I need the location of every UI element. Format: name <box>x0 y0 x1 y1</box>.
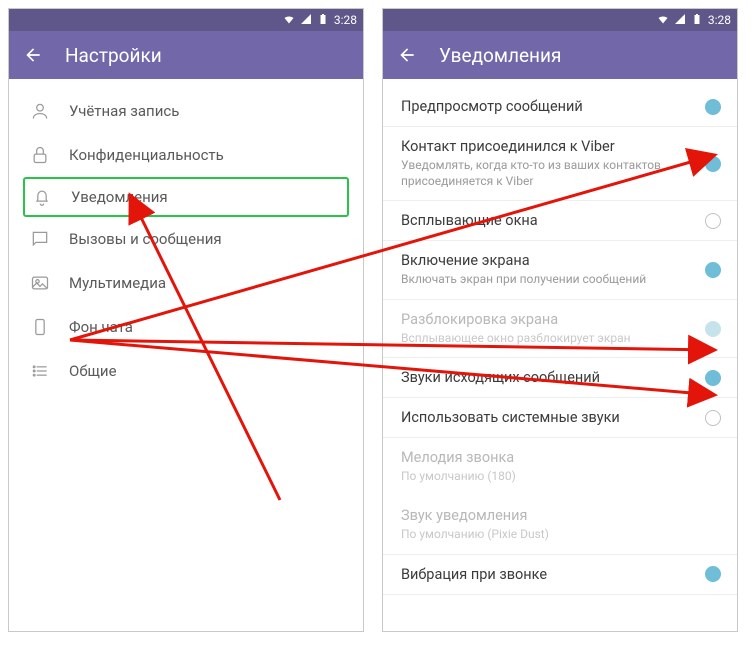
setting-title: Использовать системные звуки <box>401 409 697 426</box>
toggle-on-icon[interactable] <box>705 566 721 582</box>
toggle-disabled-icon <box>705 321 721 337</box>
battery-icon <box>691 13 703 28</box>
phone-notifications: 3:28 Уведомления Предпросмотр сообщений … <box>382 8 738 632</box>
setting-contact-joined[interactable]: Контакт присоединился к Viber Уведомлять… <box>383 127 737 201</box>
menu-label: Уведомления <box>71 188 168 206</box>
status-bar: 3:28 <box>383 9 737 31</box>
status-bar: 3:28 <box>9 9 363 31</box>
toggle-on-icon[interactable] <box>705 156 721 172</box>
menu-item-background[interactable]: Фон чата <box>9 305 363 349</box>
clock-time: 3:28 <box>708 13 731 27</box>
menu-item-notifications[interactable]: Уведомления <box>23 177 349 217</box>
menu-item-general[interactable]: Общие <box>9 349 363 393</box>
setting-subtitle: Уведомлять, когда кто-то из ваших контак… <box>401 158 697 189</box>
page-title: Уведомления <box>439 44 561 67</box>
setting-notification-sound[interactable]: Звук уведомления По умолчанию (Pixie Dus… <box>383 496 737 555</box>
setting-title: Звуки исходящих сообщений <box>401 369 697 386</box>
clock-time: 3:28 <box>334 13 357 27</box>
menu-label: Учётная запись <box>69 102 179 120</box>
menu-item-privacy[interactable]: Конфиденциальность <box>9 133 363 177</box>
toggle-on-icon[interactable] <box>705 99 721 115</box>
back-arrow-icon[interactable] <box>23 45 43 65</box>
setting-title: Контакт присоединился к Viber <box>401 138 697 155</box>
setting-ringtone[interactable]: Мелодия звонка По умолчанию (180) <box>383 438 737 496</box>
setting-popup[interactable]: Всплывающие окна <box>383 201 737 241</box>
image-icon <box>29 272 51 294</box>
menu-item-account[interactable]: Учётная запись <box>9 89 363 133</box>
menu-label: Общие <box>69 362 117 380</box>
setting-subtitle: По умолчанию (Pixie Dust) <box>401 527 713 543</box>
menu-item-media[interactable]: Мультимедиа <box>9 261 363 305</box>
app-bar: Настройки <box>9 31 363 79</box>
person-icon <box>29 100 51 122</box>
menu-label: Мультимедиа <box>69 274 166 292</box>
setting-title: Предпросмотр сообщений <box>401 98 697 115</box>
menu-label: Конфиденциальность <box>69 146 224 164</box>
setting-title: Мелодия звонка <box>401 449 713 466</box>
battery-icon <box>317 13 329 28</box>
setting-title: Разблокировка экрана <box>401 311 697 328</box>
page-title: Настройки <box>65 44 162 67</box>
notification-settings-list: Предпросмотр сообщений Контакт присоедин… <box>383 79 737 595</box>
wifi-icon <box>283 13 295 28</box>
toggle-on-icon[interactable] <box>705 262 721 278</box>
menu-label: Вызовы и сообщения <box>69 230 222 248</box>
wifi-icon <box>657 13 669 28</box>
setting-subtitle: По умолчанию (180) <box>401 469 713 485</box>
setting-title: Звук уведомления <box>401 507 713 524</box>
menu-label: Фон чата <box>69 318 133 336</box>
toggle-on-icon[interactable] <box>705 370 721 386</box>
setting-vibration[interactable]: Вибрация при звонке <box>383 555 737 595</box>
menu-item-calls[interactable]: Вызовы и сообщения <box>9 217 363 261</box>
setting-title: Включение экрана <box>401 252 697 269</box>
signal-icon <box>674 13 686 28</box>
setting-screen-on[interactable]: Включение экрана Включать экран при полу… <box>383 241 737 300</box>
signal-icon <box>300 13 312 28</box>
setting-title: Вибрация при звонке <box>401 566 697 583</box>
setting-subtitle: Всплывающее окно разблокирует экран <box>401 331 697 347</box>
toggle-off-icon[interactable] <box>705 213 721 229</box>
phone-settings: 3:28 Настройки Учётная запись Конфиденци… <box>8 8 364 632</box>
setting-preview[interactable]: Предпросмотр сообщений <box>383 87 737 127</box>
back-arrow-icon[interactable] <box>397 45 417 65</box>
setting-outgoing-sounds[interactable]: Звуки исходящих сообщений <box>383 358 737 398</box>
setting-system-sounds[interactable]: Использовать системные звуки <box>383 398 737 438</box>
chat-icon <box>29 228 51 250</box>
phone-frame-icon <box>29 316 51 338</box>
settings-menu: Учётная запись Конфиденциальность Уведом… <box>9 79 363 393</box>
setting-unlock: Разблокировка экрана Всплывающее окно ра… <box>383 300 737 359</box>
lock-icon <box>29 144 51 166</box>
bell-icon <box>31 186 53 208</box>
setting-subtitle: Включать экран при получении сообщений <box>401 272 697 288</box>
toggle-off-icon[interactable] <box>705 410 721 426</box>
list-icon <box>29 360 51 382</box>
setting-title: Всплывающие окна <box>401 212 697 229</box>
app-bar: Уведомления <box>383 31 737 79</box>
